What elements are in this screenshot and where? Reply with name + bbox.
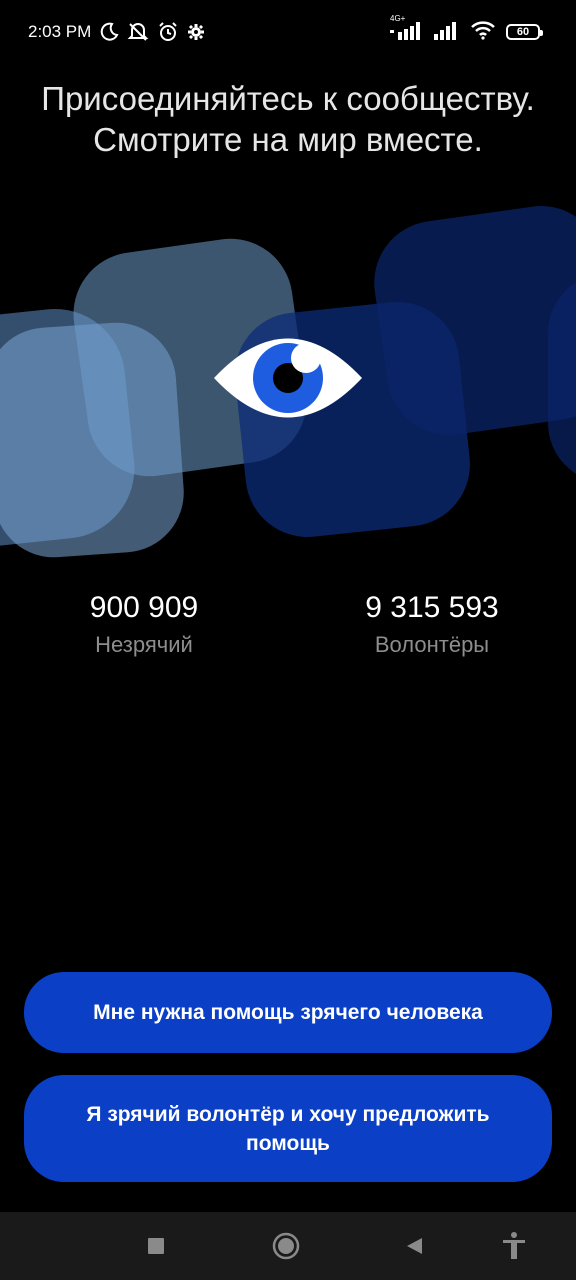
alarm-icon xyxy=(157,21,179,43)
headline: Присоединяйтесь к сообществу. Смотрите н… xyxy=(0,78,576,160)
stat-volunteers: 9 315 593 Волонтёры xyxy=(288,588,576,658)
gear-icon xyxy=(187,23,205,41)
battery-icon: 60 xyxy=(506,24,543,40)
back-triangle-icon[interactable] xyxy=(398,1230,430,1262)
volunteer-button[interactable]: Я зрячий волонтёр и хочу предложить помо… xyxy=(24,1075,552,1182)
stat-blind-value: 900 909 xyxy=(89,591,199,624)
status-right: 4G+ 60 xyxy=(390,14,543,45)
battery-level: 60 xyxy=(516,26,530,38)
need-help-button[interactable]: Мне нужна помощь зрячего человека xyxy=(24,972,552,1053)
status-bar: 2:03 PM 4G+ 60 xyxy=(0,0,576,64)
signal-icon: 4G+ xyxy=(390,14,424,45)
network-type-label: 4G+ xyxy=(390,13,406,23)
moon-icon xyxy=(99,22,119,42)
system-nav-bar xyxy=(0,1212,576,1280)
stat-volunteers-value: 9 315 593 xyxy=(365,591,499,624)
headline-line-2: Смотрите на мир вместе. xyxy=(93,121,483,158)
mute-icon xyxy=(127,21,149,43)
headline-line-1: Присоединяйтесь к сообществу. xyxy=(41,80,535,117)
accessibility-icon[interactable] xyxy=(498,1230,530,1262)
home-circle-icon[interactable] xyxy=(270,1230,302,1262)
status-left: 2:03 PM xyxy=(28,20,205,44)
wifi-icon xyxy=(470,20,496,45)
signal-icon xyxy=(434,20,460,45)
recents-square-icon[interactable] xyxy=(140,1230,172,1262)
hero-illustration xyxy=(0,195,576,570)
stat-blind: 900 909 Незрячий xyxy=(0,588,288,658)
stat-volunteers-label: Волонтёры xyxy=(374,632,490,657)
status-time: 2:03 PM xyxy=(28,22,92,41)
stat-blind-label: Незрячий xyxy=(95,632,193,657)
